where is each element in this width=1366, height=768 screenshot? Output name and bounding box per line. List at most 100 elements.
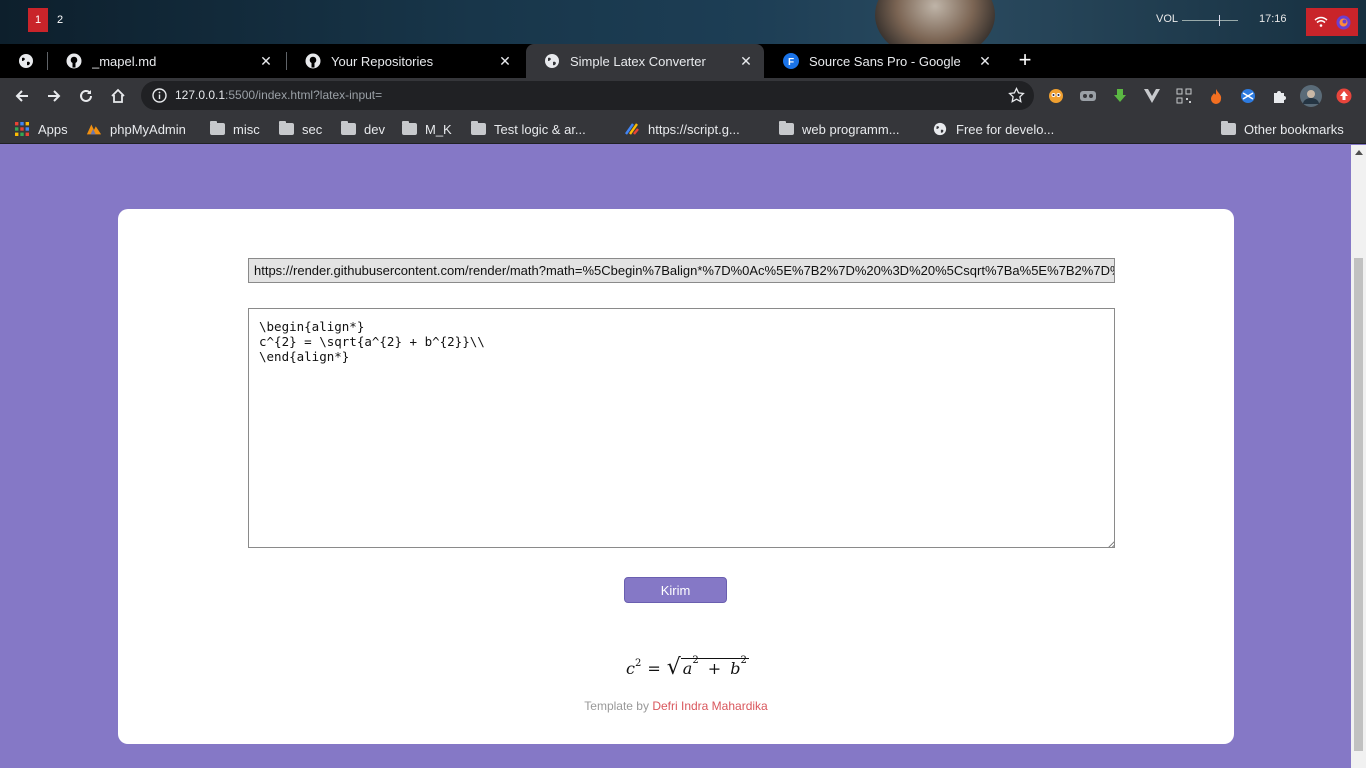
tab-mapel[interactable]: _mapel.md ✕ — [48, 44, 284, 78]
page-scrollbar[interactable] — [1351, 145, 1366, 768]
tab-pinned[interactable] — [0, 44, 46, 78]
close-icon[interactable]: ✕ — [738, 53, 754, 69]
bookmark-apps[interactable]: Apps — [14, 119, 68, 139]
extension-2-icon[interactable] — [1079, 87, 1097, 105]
bookmark-label: Apps — [38, 121, 68, 137]
author-link[interactable]: Defri Indra Mahardika — [652, 699, 767, 713]
bookmark-free-for-dev[interactable]: Free for develo... — [932, 119, 1054, 139]
bookmark-test-logic[interactable]: Test logic & ar... — [470, 119, 586, 139]
clock: 17:16 — [1259, 13, 1287, 25]
tab-title: Your Repositories — [331, 53, 434, 69]
formula-exp: 2 — [634, 657, 642, 669]
resize-handle[interactable] — [1108, 541, 1115, 548]
tab-separator — [47, 52, 48, 70]
bookmark-sec[interactable]: sec — [278, 119, 322, 139]
tab-bar: _mapel.md ✕ Your Repositories ✕ Simple L… — [0, 44, 1366, 78]
new-tab-button[interactable]: + — [1014, 47, 1036, 72]
bookmark-label: web programm... — [802, 121, 900, 137]
puzzle-icon[interactable] — [1271, 87, 1289, 105]
folder-icon — [278, 121, 294, 136]
apps-grid-icon — [14, 122, 30, 136]
close-icon[interactable]: ✕ — [977, 53, 993, 69]
bookmark-star-icon[interactable] — [1008, 86, 1025, 104]
volume-label: VOL — [1156, 13, 1179, 25]
formula-a: a — [682, 659, 693, 678]
formula-exp: 2 — [740, 654, 747, 666]
scroll-up-icon[interactable] — [1355, 150, 1363, 155]
firefox-icon[interactable] — [1335, 14, 1351, 30]
tab-title: Simple Latex Converter — [570, 53, 706, 69]
tab-title: Source Sans Pro - Google — [809, 53, 961, 69]
bookmark-label: sec — [302, 121, 323, 137]
bookmark-label: https://script.g... — [648, 121, 740, 137]
profile-avatar[interactable] — [1300, 85, 1322, 107]
fire-icon[interactable] — [1207, 87, 1225, 105]
forward-button[interactable] — [43, 85, 65, 107]
bookmark-label: Free for develo... — [956, 121, 1055, 137]
tab-title: _mapel.md — [92, 53, 157, 69]
workspace-1[interactable]: 1 — [28, 8, 48, 32]
phpmyadmin-icon — [86, 122, 102, 136]
bookmark-mk[interactable]: M_K — [401, 119, 452, 139]
globe-icon — [932, 122, 948, 136]
tab-source-sans[interactable]: F Source Sans Pro - Google ✕ — [765, 44, 1003, 78]
bookmark-phpmyadmin[interactable]: phpMyAdmin — [86, 119, 186, 139]
bookmark-misc[interactable]: misc — [209, 119, 260, 139]
globe-icon — [544, 53, 560, 69]
reload-button[interactable] — [75, 85, 97, 107]
converter-card: https://render.githubusercontent.com/ren… — [118, 209, 1234, 744]
github-icon — [305, 53, 321, 69]
qr-icon[interactable] — [1175, 87, 1193, 105]
folder-icon — [470, 121, 486, 136]
folder-icon — [340, 121, 356, 136]
formula-b: b — [730, 659, 741, 678]
footer: Template by Defri Indra Mahardika — [118, 699, 1234, 713]
bookmark-label: dev — [364, 121, 385, 137]
bookmark-label: M_K — [425, 121, 452, 137]
bookmark-label: misc — [233, 121, 260, 137]
system-tray — [1306, 8, 1358, 36]
folder-icon — [209, 121, 225, 136]
ball-icon[interactable] — [1239, 87, 1257, 105]
url-text: 127.0.0.1:5500/index.html?latex-input= — [175, 88, 383, 102]
info-icon[interactable] — [152, 88, 167, 103]
home-button[interactable] — [107, 85, 129, 107]
back-button[interactable] — [11, 85, 33, 107]
github-icon — [66, 53, 82, 69]
tab-latex-converter[interactable]: Simple Latex Converter ✕ — [526, 44, 764, 78]
volume-slider-knob[interactable] — [1219, 15, 1220, 26]
address-bar[interactable]: 127.0.0.1:5500/index.html?latex-input= — [141, 81, 1034, 110]
bookmark-web-programming[interactable]: web programm... — [778, 119, 900, 139]
update-icon[interactable] — [1335, 87, 1353, 105]
close-icon[interactable]: ✕ — [258, 53, 274, 69]
download-icon[interactable] — [1111, 87, 1129, 105]
extension-1-icon[interactable] — [1047, 87, 1065, 105]
workspace-2[interactable]: 2 — [50, 8, 70, 32]
bookmark-other[interactable]: Other bookmarks — [1220, 119, 1344, 139]
wifi-icon[interactable] — [1313, 14, 1329, 30]
bookmark-dev[interactable]: dev — [340, 119, 385, 139]
folder-icon — [401, 121, 417, 136]
bookmark-label: Test logic & ar... — [494, 121, 586, 137]
footer-text: Template by — [584, 699, 653, 713]
system-bar: 1 2 VOL 17:16 — [0, 0, 1366, 44]
rendered-formula: c2 = √ a2 + b2 — [626, 654, 749, 682]
folder-icon — [1220, 121, 1236, 136]
formula-exp: 2 — [692, 654, 699, 666]
formula-c: c — [626, 658, 635, 678]
bookmark-label: Other bookmarks — [1244, 121, 1344, 137]
submit-button[interactable]: Kirim — [624, 577, 727, 603]
volume-slider[interactable] — [1182, 20, 1238, 21]
bookmark-label: phpMyAdmin — [110, 121, 186, 137]
bookmark-script[interactable]: https://script.g... — [624, 119, 740, 139]
render-url-field[interactable]: https://render.githubusercontent.com/ren… — [248, 258, 1115, 283]
fonts-icon: F — [783, 53, 799, 69]
scrollbar-thumb[interactable] — [1354, 258, 1363, 751]
formula-equals: = — [647, 658, 661, 678]
vue-icon[interactable] — [1143, 87, 1161, 105]
close-icon[interactable]: ✕ — [497, 53, 513, 69]
folder-icon — [778, 121, 794, 136]
tab-repositories[interactable]: Your Repositories ✕ — [287, 44, 523, 78]
globe-icon — [18, 53, 34, 69]
latex-input[interactable]: \begin{align*} c^{2} = \sqrt{a^{2} + b^{… — [248, 308, 1115, 548]
